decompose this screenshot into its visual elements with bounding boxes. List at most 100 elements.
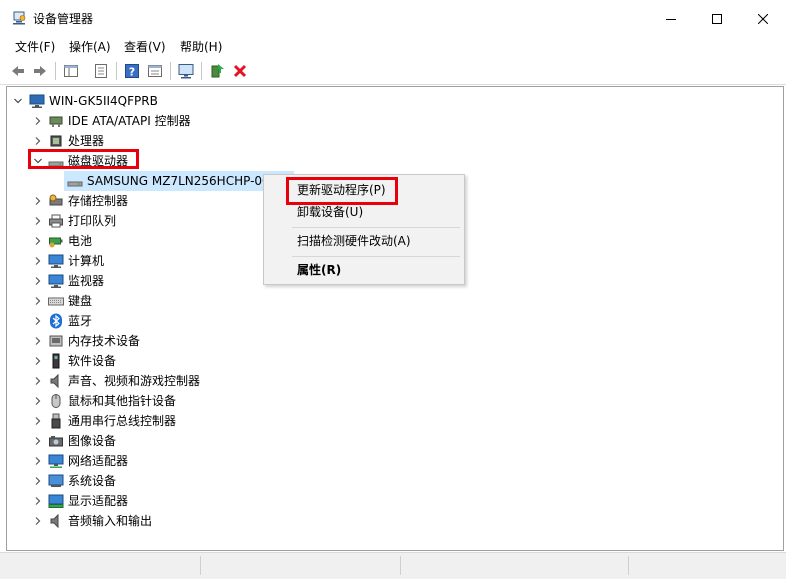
status-bar — [0, 552, 786, 579]
chevron-right-icon[interactable] — [34, 377, 42, 385]
tree-item-ide-controller[interactable]: IDE ATA/ATAPI 控制器 — [7, 111, 777, 131]
tree-item-samsung-ssd[interactable]: SAMSUNG MZ7LN256HCHP-000L7 — [64, 171, 294, 191]
toolbar-separator — [55, 62, 56, 80]
chevron-right-icon[interactable] — [34, 257, 42, 265]
uninstall-button[interactable] — [229, 60, 251, 82]
software-device-icon — [52, 353, 60, 369]
system-device-icon — [48, 474, 64, 487]
chevron-right-icon[interactable] — [34, 477, 42, 485]
chevron-right-icon[interactable] — [34, 277, 42, 285]
memory-device-icon — [49, 335, 63, 347]
chevron-right-icon[interactable] — [34, 237, 42, 245]
tree-item-label: 软件设备 — [68, 354, 117, 368]
highlight-disk-drive — [28, 149, 139, 169]
minimize-icon — [666, 19, 676, 20]
help-button[interactable]: ? — [121, 60, 143, 82]
tree-item-keyboard[interactable]: 键盘 — [7, 291, 777, 311]
tree-item-usb-controller[interactable]: 通用串行总线控制器 — [7, 411, 777, 431]
tree-item-label: IDE ATA/ATAPI 控制器 — [68, 114, 191, 128]
chevron-right-icon[interactable] — [34, 457, 42, 465]
show-hide-tree-button[interactable] — [60, 60, 82, 82]
tree-item-label: 声音、视频和游戏控制器 — [68, 374, 201, 388]
close-button[interactable] — [740, 0, 786, 38]
minimize-button[interactable] — [648, 0, 694, 38]
update-driver-button[interactable] — [206, 60, 228, 82]
menu-file[interactable]: 文件(F) — [14, 38, 56, 58]
monitor-icon — [48, 274, 64, 288]
scan-hardware-button[interactable] — [175, 60, 197, 82]
device-manager-icon — [13, 11, 26, 25]
menu-help[interactable]: 帮助(H) — [179, 38, 223, 58]
chevron-right-icon[interactable] — [34, 197, 42, 205]
context-item-label: 属性(R) — [297, 263, 342, 277]
tree-item-label: 显示适配器 — [68, 494, 129, 508]
tree-item-label: 键盘 — [68, 294, 93, 308]
chevron-right-icon[interactable] — [34, 437, 42, 445]
tree-item-label: 存储控制器 — [68, 194, 129, 208]
disk-drive-icon — [67, 181, 83, 187]
chevron-right-icon[interactable] — [34, 217, 42, 225]
menu-bar: 文件(F) 操作(A) 查看(V) 帮助(H) — [0, 38, 786, 58]
tree-item-software-device[interactable]: 软件设备 — [7, 351, 777, 371]
chevron-right-icon[interactable] — [34, 417, 42, 425]
tree-item-label: 音频输入和输出 — [68, 514, 153, 528]
title-bar: 设备管理器 — [0, 0, 786, 38]
status-cell — [628, 556, 629, 575]
help-icon: ? — [125, 64, 139, 79]
tree-item-label: 鼠标和其他指针设备 — [68, 394, 177, 408]
chevron-right-icon[interactable] — [34, 297, 42, 305]
tree-item-label: 蓝牙 — [68, 314, 93, 328]
tree-item-label: 监视器 — [68, 274, 105, 288]
chevron-right-icon[interactable] — [34, 497, 42, 505]
tree-item-display-adapter[interactable]: 显示适配器 — [7, 491, 777, 511]
back-button[interactable] — [7, 60, 29, 82]
properties-button[interactable] — [90, 60, 112, 82]
menu-view[interactable]: 查看(V) — [123, 38, 167, 58]
back-arrow-icon — [12, 66, 24, 76]
chevron-right-icon[interactable] — [34, 357, 42, 365]
forward-arrow-icon — [34, 66, 46, 76]
tree-item-memory-device[interactable]: 内存技术设备 — [7, 331, 777, 351]
tree-item-label: 内存技术设备 — [68, 334, 141, 348]
status-cell — [400, 556, 401, 575]
menu-action[interactable]: 操作(A) — [68, 38, 112, 58]
chevron-right-icon[interactable] — [34, 397, 42, 405]
network-adapter-icon — [48, 454, 64, 468]
toolbar-separator — [170, 62, 171, 80]
chevron-right-icon[interactable] — [34, 117, 42, 125]
battery-icon — [49, 237, 63, 248]
context-properties[interactable]: 属性(R) — [264, 259, 464, 281]
tree-item-network-adapter[interactable]: 网络适配器 — [7, 451, 777, 471]
svg-text:?: ? — [129, 66, 135, 79]
tree-item-mouse[interactable]: 鼠标和其他指针设备 — [7, 391, 777, 411]
tree-item-label: 打印队列 — [68, 214, 117, 228]
uninstall-icon — [233, 64, 247, 78]
chevron-down-icon[interactable] — [14, 97, 22, 105]
tree-item-audio-io[interactable]: 音频输入和输出 — [7, 511, 777, 531]
chevron-right-icon[interactable] — [34, 337, 42, 345]
sound-icon — [50, 373, 59, 389]
window-title: 设备管理器 — [33, 12, 94, 26]
forward-button[interactable] — [29, 60, 51, 82]
maximize-icon — [712, 14, 722, 24]
chevron-right-icon[interactable] — [34, 137, 42, 145]
tree-item-processor[interactable]: 处理器 — [7, 131, 777, 151]
chevron-right-icon[interactable] — [34, 317, 42, 325]
audio-io-icon — [50, 513, 59, 529]
properties-icon — [95, 64, 107, 78]
tree-item-bluetooth[interactable]: 蓝牙 — [7, 311, 777, 331]
ide-controller-icon — [49, 116, 63, 127]
tree-item-label: 处理器 — [68, 134, 105, 148]
chevron-right-icon[interactable] — [34, 517, 42, 525]
context-item-label: 扫描检测硬件改动(A) — [297, 234, 411, 248]
highlight-update-driver — [286, 177, 398, 205]
context-scan-hardware[interactable]: 扫描检测硬件改动(A) — [264, 230, 464, 252]
computer-icon — [48, 254, 64, 268]
tree-item-imaging-device[interactable]: 图像设备 — [7, 431, 777, 451]
view-button[interactable] — [144, 60, 166, 82]
maximize-button[interactable] — [694, 0, 740, 38]
tree-item-label: 网络适配器 — [68, 454, 129, 468]
tree-root[interactable]: WIN-GK5II4QFPRB — [7, 91, 777, 111]
tree-item-sound-video-game[interactable]: 声音、视频和游戏控制器 — [7, 371, 777, 391]
tree-item-system-device[interactable]: 系统设备 — [7, 471, 777, 491]
